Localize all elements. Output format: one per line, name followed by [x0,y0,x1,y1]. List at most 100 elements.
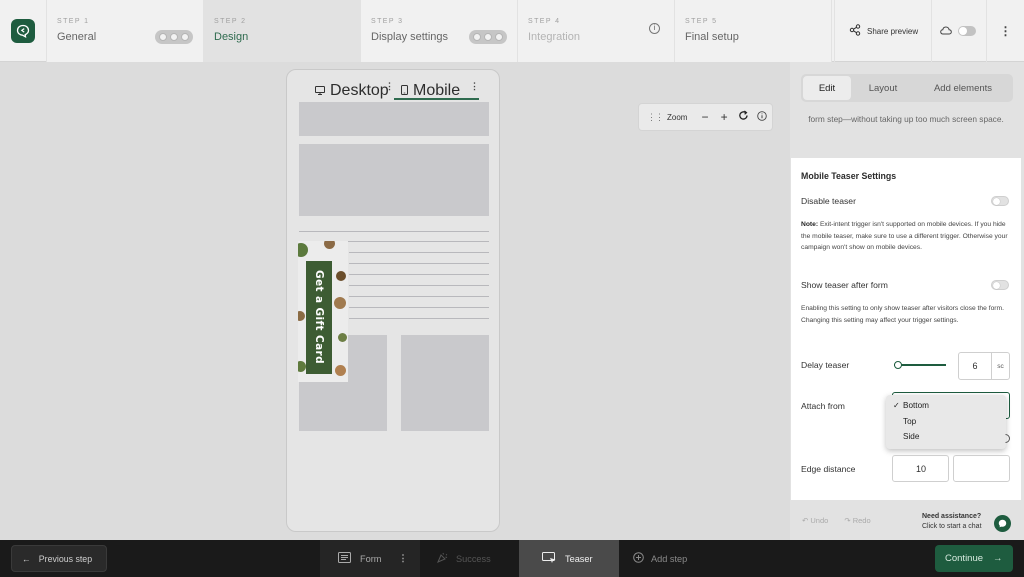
zoom-info-icon[interactable] [753,110,772,124]
assist-title: Need assistance? [922,513,982,520]
mobile-options-icon[interactable]: ⋮ [470,81,479,92]
pine-branch-decoration [298,361,306,372]
placeholder-line [349,285,489,286]
section-title: Mobile Teaser Settings [801,171,897,181]
pine-branch-decoration [298,243,308,257]
step-progress-dots [155,30,193,44]
step-display-settings[interactable]: STEP 3 Display settings [361,0,518,62]
option-side[interactable]: Side [886,429,1006,445]
info-icon[interactable]: i [649,23,660,34]
edge-distance-value[interactable]: 10 [916,464,926,474]
delay-input[interactable]: 6 sc [958,352,1010,380]
edge-distance-input[interactable]: 10 [892,455,949,482]
gift-card-teaser[interactable]: Get a Gift Card [298,241,348,382]
tab-form[interactable]: Form ⋮ [320,540,420,577]
assist-subtitle: Click to start a chat [922,523,982,530]
edge-distance-unit-input[interactable] [953,455,1010,482]
continue-button[interactable]: Continue → [935,545,1013,572]
desktop-options-icon[interactable]: ⋮ [385,81,394,92]
option-label: Side [903,432,920,442]
placeholder-block [299,102,489,136]
chat-bubble-logo-icon[interactable] [11,19,35,43]
placeholder-block [401,335,489,431]
option-label: Bottom [903,401,929,411]
undo-button[interactable]: ↶ Undo [802,516,828,525]
show-after-form-note: Enabling this setting to only show tease… [801,305,1004,324]
delay-value[interactable]: 6 [959,353,992,379]
placeholder-line [299,231,489,232]
share-preview-label: Share preview [867,26,919,36]
mobile-preview-frame: Desktop ⋮ Mobile ⋮ Get a Gift Card [286,69,500,532]
tab-layout[interactable]: Layout [851,76,915,100]
panel-intro-text: form step—without taking up too much scr… [808,114,1004,124]
step-general[interactable]: STEP 1 General [47,0,204,62]
tab-teaser[interactable]: Teaser [519,540,619,577]
show-after-form-label: Show teaser after form [801,280,888,290]
arrow-right-icon: → [993,553,1003,564]
ornament-decoration [335,365,346,376]
history-controls: ↶ Undo ↷ Redo [802,516,871,525]
mobile-trigger-note: Note: Exit-intent trigger isn't supporte… [801,219,1011,254]
redo-label: Redo [852,516,871,525]
form-options-icon[interactable]: ⋮ [398,553,407,564]
teaser-icon [542,551,557,566]
tab-desktop[interactable]: Desktop [315,82,389,100]
step-number: STEP 5 [685,18,718,25]
tab-edit[interactable]: Edit [803,76,851,100]
tab-add-elements[interactable]: Add elements [915,76,1011,100]
share-icon [849,24,861,38]
logo-cell[interactable] [0,0,47,62]
zoom-in-icon[interactable]: + [715,110,734,124]
tab-form-label: Form [360,553,382,564]
delay-unit: sc [997,362,1004,370]
placeholder-line [349,252,489,253]
cloud-icon [940,22,952,40]
teaser-text: Get a Gift Card [313,269,325,365]
step-number: STEP 3 [371,18,404,25]
mobile-teaser-settings-card: Mobile Teaser Settings Disable teaser No… [791,158,1021,500]
cloud-sync-cell [931,0,986,62]
placeholder-line [349,274,489,275]
top-navigation-bar: STEP 1 General STEP 2 Design STEP 3 Disp… [0,0,1024,62]
assistance-text: Need assistance? Click to start a chat [922,512,982,532]
tab-teaser-label: Teaser [565,553,593,564]
step-final-setup[interactable]: STEP 5 Final setup [675,0,832,62]
option-bottom[interactable]: ✓ Bottom [886,398,1006,414]
bottom-toolbar: ← Previous step Form ⋮ Success Teaser Ad… [0,540,1024,577]
undo-label: Undo [810,516,829,525]
disable-teaser-toggle[interactable] [991,196,1009,206]
placeholder-line [349,296,489,297]
more-options-icon[interactable]: ⋮ [986,0,1024,62]
chat-icon[interactable] [994,515,1011,532]
placeholder-block [299,144,489,216]
pinecone-decoration [298,311,305,321]
placeholder-line [349,318,489,319]
arrow-left-icon: ← [22,553,31,564]
panel-tabs: Edit Layout Add elements [801,74,1013,102]
add-step-button[interactable]: Add step [619,540,719,577]
previous-step-button[interactable]: ← Previous step [11,545,107,572]
option-top[interactable]: Top [886,414,1006,430]
pinecone-decoration [336,271,346,281]
zoom-out-icon[interactable]: − [695,110,714,124]
zoom-toolbar: ⋮⋮ Zoom − + [638,103,773,131]
redo-button[interactable]: ↷ Redo [844,516,870,525]
drag-handle-icon[interactable]: ⋮⋮ [647,112,664,123]
step-name: Final setup [685,31,739,43]
disable-teaser-label: Disable teaser [801,196,856,206]
delay-slider-handle[interactable] [894,361,902,369]
share-preview-button[interactable]: Share preview [834,0,931,62]
active-tab-indicator [394,98,479,100]
tab-success[interactable]: Success [420,540,519,577]
step-integration[interactable]: STEP 4 Integration i [518,0,675,62]
placeholder-line [349,307,489,308]
zoom-label: Zoom [667,112,688,122]
step-design[interactable]: STEP 2 Design [204,0,361,62]
reset-zoom-icon[interactable] [734,110,753,124]
autosave-toggle[interactable] [958,26,976,36]
show-after-form-toggle[interactable] [991,280,1009,290]
tab-desktop-label: Desktop [330,82,389,99]
pine-branch-decoration [338,333,347,342]
attach-from-dropdown: ✓ Bottom Top Side [886,395,1006,449]
step-name: Design [214,31,249,43]
